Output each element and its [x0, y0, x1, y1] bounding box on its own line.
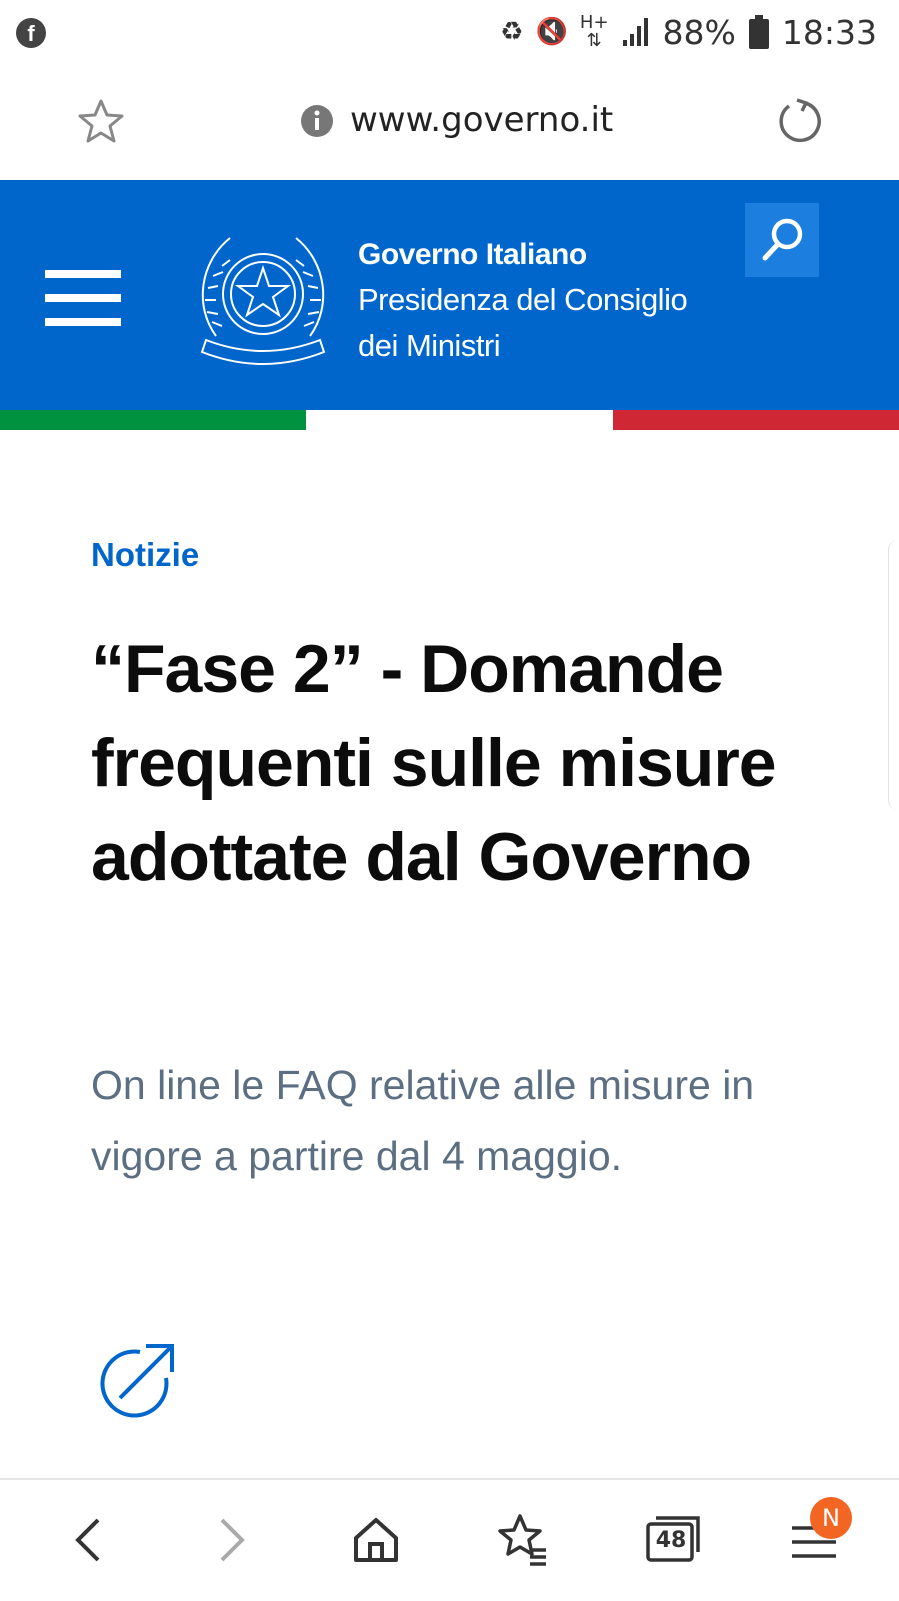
battery-icon [748, 15, 769, 49]
back-icon[interactable] [48, 1500, 128, 1580]
menu-notification-badge: N [810, 1497, 852, 1539]
clock: 18:33 [781, 12, 877, 52]
data-arrows-icon: H+ ⇅ [579, 12, 609, 51]
bookmarks-icon[interactable] [484, 1500, 564, 1580]
mute-icon: 🔇 [535, 17, 568, 47]
status-bar: f ♻ 🔇 H+ ⇅ 88% 18:33 [0, 0, 899, 64]
brand-subtitle[interactable]: Presidenza del Consiglio [358, 282, 688, 318]
hamburger-menu-button[interactable] [45, 270, 121, 340]
info-icon[interactable] [300, 104, 334, 138]
external-link-icon[interactable] [96, 1340, 178, 1422]
facebook-icon: f [16, 18, 46, 48]
battery-percent: 88% [662, 12, 736, 52]
search-button[interactable] [745, 203, 819, 277]
flag-stripe-white [306, 410, 613, 430]
recycle-icon: ♻ [500, 17, 524, 47]
url-text[interactable]: www.governo.it [350, 100, 613, 140]
signal-icon [622, 18, 648, 46]
reload-icon[interactable] [775, 97, 823, 145]
brand-title[interactable]: Governo Italiano [358, 238, 587, 272]
side-panel-handle[interactable] [888, 540, 899, 810]
flag-stripe-red [613, 410, 899, 430]
tabs-count: 48 [655, 1528, 687, 1553]
home-icon[interactable] [336, 1500, 416, 1580]
category-link[interactable]: Notizie [91, 536, 199, 574]
forward-icon[interactable] [192, 1500, 272, 1580]
status-icons: ♻ 🔇 H+ ⇅ 88% 18:33 [500, 10, 877, 54]
flag-stripe-green [0, 410, 306, 430]
network-type: H+ [579, 12, 609, 33]
search-icon [762, 218, 803, 261]
browser-bottom-bar [0, 1478, 899, 1601]
brand-subtitle-line2[interactable]: dei Ministri [358, 328, 501, 364]
star-outline-icon[interactable] [78, 98, 124, 144]
article-headline: “Fase 2” - Domande frequenti sulle misur… [91, 631, 777, 895]
article-summary: On line le FAQ relative alle misure in v… [91, 1062, 755, 1179]
emblem-icon[interactable] [196, 226, 330, 372]
